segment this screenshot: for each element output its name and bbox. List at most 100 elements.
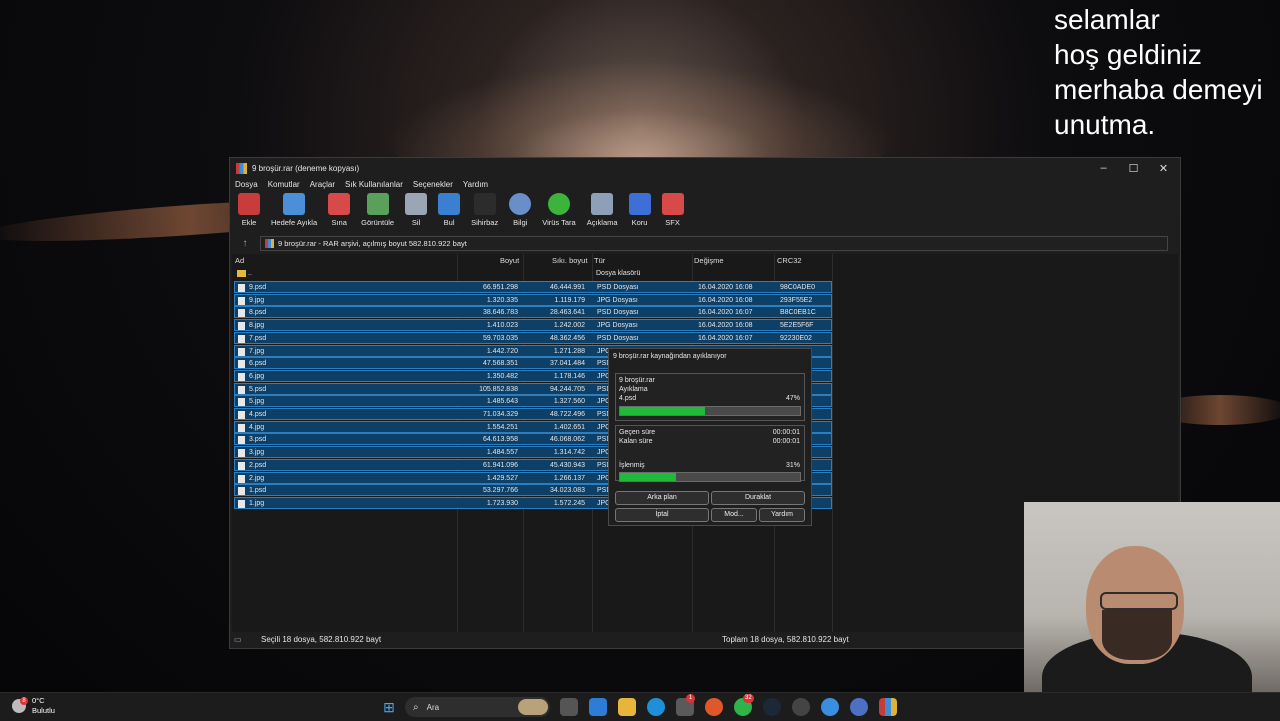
store-badge: 1 — [686, 694, 695, 703]
app-icon[interactable] — [821, 698, 839, 716]
whatsapp-badge: 32 — [743, 694, 754, 703]
column-header-packed[interactable]: Sıkı. boyut — [552, 254, 587, 268]
action-name: Ayıklama — [619, 386, 648, 393]
file-size: 1.485.643 — [486, 398, 518, 406]
current-file: 4.psd — [619, 395, 637, 402]
column-header-crc[interactable]: CRC32 — [777, 254, 802, 268]
total-progress-bar — [619, 472, 801, 482]
file-name: 6.psd — [249, 360, 267, 368]
file-explorer-icon[interactable] — [618, 698, 636, 716]
weather-widget[interactable]: 8 0°C Bulutlu — [12, 696, 55, 716]
toolbar-button-hedefe-ayıkla[interactable]: Hedefe Ayıkla — [271, 193, 317, 233]
file-packed: 48.722.496 — [549, 411, 585, 418]
task-view-icon[interactable] — [560, 698, 578, 716]
weather-badge: 8 — [20, 697, 28, 705]
toolbar-button-sfx[interactable]: SFX — [661, 193, 684, 233]
menu-araclar[interactable]: Araçlar — [305, 178, 340, 192]
firefox-icon[interactable] — [705, 698, 723, 716]
file-packed: 1.572.245 — [553, 499, 585, 507]
winrar-taskbar-icon[interactable] — [879, 698, 897, 716]
edge-icon[interactable] — [647, 698, 665, 716]
toolbar-button-görüntüle[interactable]: Görüntüle — [361, 193, 394, 233]
parent-folder-row[interactable]: .. Dosya klasörü — [234, 268, 832, 280]
file-icon — [238, 436, 245, 445]
mode-button[interactable]: Mod... — [711, 508, 757, 522]
file-icon — [238, 360, 245, 369]
overlay-line: hoş geldiniz — [1054, 39, 1202, 70]
file-size: 53.297.766 — [482, 487, 518, 495]
steam-icon[interactable] — [763, 698, 781, 716]
file-row[interactable]: 8.psd 38.646.783 28.463.641 PSD Dosyası 16.0… — [234, 306, 832, 319]
maximize-button[interactable]: ☐ — [1118, 158, 1149, 178]
menu-yardim[interactable]: Yardım — [458, 178, 493, 192]
search-icon: ⌕ — [413, 701, 419, 713]
help-button[interactable]: Yardım — [759, 508, 805, 522]
up-arrow-icon[interactable]: ↑ — [238, 238, 252, 249]
column-header-type[interactable]: Tür — [594, 254, 605, 268]
file-size: 1.410.023 — [486, 322, 518, 330]
file-name: 2.jpg — [249, 474, 265, 482]
copilot-icon[interactable] — [589, 698, 607, 716]
taskbar-search[interactable]: ⌕ Ara — [405, 697, 550, 717]
file-crc: 5E2E5F6F — [780, 322, 814, 330]
file-name: 8.jpg — [249, 322, 265, 330]
test-icon — [328, 193, 351, 215]
archive-path-field[interactable]: 9 broşür.rar - RAR arşivi, açılmış boyut… — [260, 235, 1168, 251]
menu-bar: Dosya Komutlar Araçlar Sık Kullanılanlar… — [230, 178, 493, 192]
toolbar-button-sil[interactable]: Sil — [405, 193, 428, 233]
minimize-button[interactable]: – — [1088, 158, 1119, 178]
file-size: 1.320.335 — [486, 296, 518, 304]
processed-label: İşlenmiş — [619, 462, 645, 469]
menu-komutlar[interactable]: Komutlar — [263, 178, 305, 192]
menu-sik-kullanilanlar[interactable]: Sık Kullanılanlar — [340, 178, 408, 192]
toolbar-button-sına[interactable]: Sına — [328, 193, 351, 233]
background-button[interactable]: Arka plan — [615, 491, 709, 505]
menu-dosya[interactable]: Dosya — [230, 178, 263, 192]
column-header-size[interactable]: Boyut — [500, 254, 519, 268]
column-divider — [832, 254, 833, 632]
toolbar-label: Sil — [411, 218, 421, 227]
toolbar-button-ekle[interactable]: Ekle — [238, 193, 260, 233]
file-size: 47.568.351 — [482, 360, 518, 368]
qbittorrent-icon[interactable] — [850, 698, 868, 716]
overlay-line: merhaba demeyi — [1054, 74, 1263, 105]
whatsapp-icon[interactable]: 32 — [734, 694, 754, 716]
pause-button[interactable]: Duraklat — [711, 491, 805, 505]
add-archive-icon — [238, 193, 260, 215]
extraction-dialog: 9 broşür.rar kaynağından ayıklanıyor 9 b… — [608, 348, 812, 526]
file-row[interactable]: 9.psd 66.951.298 46.444.991 PSD Dosyası 16.0… — [234, 281, 832, 293]
toolbar-button-sihirbaz[interactable]: Sihirbaz — [471, 193, 498, 233]
toolbar-button-koru[interactable]: Koru — [628, 193, 651, 233]
column-header-modified[interactable]: Değişme — [694, 254, 724, 268]
remaining-label: Kalan süre — [619, 438, 653, 445]
toolbar-button-bilgi[interactable]: Bilgi — [509, 193, 532, 233]
menu-secenekler[interactable]: Seçenekler — [408, 178, 458, 192]
cancel-button[interactable]: İptal — [615, 508, 709, 522]
file-size: 1.554.251 — [486, 423, 518, 431]
file-row[interactable]: 8.jpg 1.410.023 1.242.002 JPG Dosyası 16.04.… — [234, 319, 832, 332]
toolbar-button-virüs-tara[interactable]: Virüs Tara — [542, 193, 576, 233]
close-button[interactable]: ✕ — [1148, 158, 1179, 178]
trash-icon — [405, 193, 428, 215]
file-icon — [238, 461, 245, 470]
file-progress-fill — [620, 407, 705, 415]
toolbar-label: SFX — [665, 218, 680, 227]
magnifier-icon — [438, 193, 461, 215]
file-size: 38.646.783 — [482, 309, 518, 317]
obs-icon[interactable] — [792, 698, 810, 716]
sfx-archive-icon — [661, 193, 684, 215]
file-name: 1.psd — [249, 487, 267, 495]
overlay-line: selamlar — [1054, 4, 1160, 35]
store-icon[interactable]: 1 — [676, 694, 695, 716]
file-type: PSD Dosyası — [597, 334, 639, 342]
toolbar-button-açıklama[interactable]: Açıklama — [587, 193, 618, 233]
toolbar-button-bul[interactable]: Bul — [438, 193, 461, 233]
start-windows-icon[interactable]: ⊞ — [380, 698, 398, 716]
file-packed: 1.242.002 — [553, 322, 585, 330]
title-bar[interactable]: 9 broşür.rar (deneme kopyası) — [230, 158, 1180, 178]
file-name: 3.psd — [249, 436, 267, 444]
file-row[interactable]: 9.jpg 1.320.335 1.119.179 JPG Dosyası 16.04.… — [234, 293, 832, 306]
archive-name: 9 broşür.rar — [619, 377, 655, 384]
file-row[interactable]: 7.psd 59.703.035 48.362.456 PSD Dosyası 16.0… — [234, 331, 832, 344]
column-header-name[interactable]: Ad — [235, 254, 244, 268]
